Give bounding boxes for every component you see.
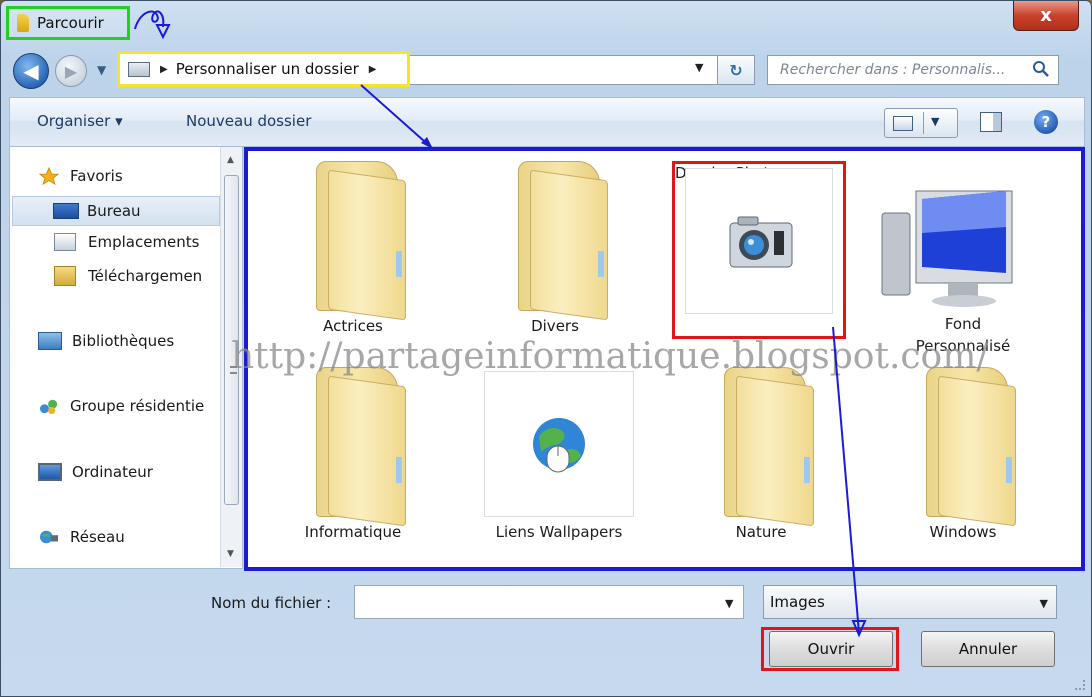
network-icon xyxy=(40,530,58,544)
sidebar-item-label: Bibliothèques xyxy=(72,332,175,350)
breadcrumb-separator-icon[interactable]: ▶ xyxy=(369,64,377,75)
title-bar: Parcourir x xyxy=(1,1,1091,41)
folder-item-windows[interactable]: Windows xyxy=(888,363,1038,563)
filename-field[interactable] xyxy=(354,585,744,619)
scroll-grip-icon xyxy=(230,366,237,374)
close-button[interactable]: x xyxy=(1013,1,1079,31)
close-icon: x xyxy=(1040,5,1052,26)
search-input[interactable]: Rechercher dans : Personnalis... xyxy=(767,55,1059,85)
item-label: Windows xyxy=(929,523,997,541)
filename-label: Nom du fichier : xyxy=(211,594,332,612)
cancel-button[interactable]: Annuler xyxy=(921,631,1055,667)
monitor-icon xyxy=(881,190,1013,307)
folder-icon xyxy=(926,367,1016,527)
sidebar-item-favoris[interactable]: Favoris xyxy=(38,167,123,185)
item-label: Liens Wallpapers xyxy=(495,523,623,541)
file-view: Actrices Divers Dossier Photos xyxy=(244,147,1085,571)
scroll-up-icon[interactable]: ▲ xyxy=(227,155,234,165)
filetype-value: Images xyxy=(770,593,825,611)
star-icon xyxy=(38,167,60,185)
item-label: Informatique xyxy=(304,523,402,541)
sidebar-item-emplacements[interactable]: Emplacements xyxy=(54,233,200,251)
item-label-line2: Personnalisé xyxy=(915,337,1011,355)
libraries-icon xyxy=(38,332,62,350)
view-separator xyxy=(923,112,924,134)
organize-button[interactable]: Organiser ▾ xyxy=(37,112,123,130)
refresh-icon: ↻ xyxy=(729,60,743,80)
browse-dialog: Parcourir x ◀ ▶ ▼ ▶ Personnaliser un dos… xyxy=(0,0,1092,697)
address-bar[interactable]: ▶ Personnaliser un dossier ▶ xyxy=(117,51,410,87)
breadcrumb-segment[interactable]: Personnaliser un dossier xyxy=(176,60,359,78)
sidebar-item-bibliotheques[interactable]: Bibliothèques xyxy=(38,332,174,350)
sidebar-item-label: Groupe résidentie xyxy=(70,397,205,415)
refresh-button[interactable]: ↻ xyxy=(717,55,755,85)
sidebar-item-label: Réseau xyxy=(70,528,125,546)
sidebar-item-groupe-residentiel[interactable]: Groupe résidentie xyxy=(38,397,204,415)
resize-grip-icon[interactable] xyxy=(1075,680,1085,690)
address-row: ◀ ▶ ▼ ▶ Personnaliser un dossier ▶ ▼ ↻ R… xyxy=(1,49,1091,93)
desktop-icon xyxy=(53,203,79,219)
folder-icon xyxy=(316,367,406,527)
globe-icon xyxy=(533,418,585,473)
back-button[interactable]: ◀ xyxy=(13,53,49,89)
camera-icon xyxy=(729,216,793,268)
sidebar-scrollbar[interactable]: ▲ ▼ xyxy=(220,147,242,567)
forward-arrow-icon: ▶ xyxy=(64,61,78,81)
item-label: Divers xyxy=(531,317,579,335)
forward-button[interactable]: ▶ xyxy=(55,55,87,87)
command-bar: Organiser ▾ Nouveau dossier ▼ ? xyxy=(9,97,1085,147)
open-button[interactable]: Ouvrir xyxy=(769,631,893,667)
help-icon: ? xyxy=(1041,113,1051,131)
title-highlight-box: Parcourir xyxy=(6,6,130,40)
sidebar-item-ordinateur[interactable]: Ordinateur xyxy=(38,463,153,481)
sidebar-item-label: Ordinateur xyxy=(72,463,153,481)
navigation-pane: Favoris Bureau Emplacements Téléchargeme… xyxy=(9,147,243,569)
folder-small-icon xyxy=(17,14,29,32)
folder-item-dossier-photos[interactable]: Dossier Photos xyxy=(672,161,846,339)
folder-item-actrices[interactable]: Actrices xyxy=(278,157,428,357)
breadcrumb-separator-icon[interactable]: ▶ xyxy=(160,64,168,75)
address-history-dropdown-icon[interactable]: ▼ xyxy=(695,61,703,74)
homegroup-icon xyxy=(40,399,58,415)
sidebar-item-telechargements[interactable]: Téléchargemen xyxy=(54,266,202,286)
thumbnail-frame xyxy=(484,371,634,517)
recent-pages-dropdown-icon[interactable]: ▼ xyxy=(97,63,106,77)
filetype-select[interactable]: Images ▼ xyxy=(763,585,1057,619)
change-view-button[interactable]: ▼ xyxy=(884,108,958,138)
folder-item-divers[interactable]: Divers xyxy=(480,157,630,357)
search-icon[interactable] xyxy=(1032,60,1050,78)
back-arrow-icon: ◀ xyxy=(23,59,39,83)
folder-item-nature[interactable]: Nature xyxy=(686,363,836,563)
sidebar-item-bureau[interactable]: Bureau xyxy=(12,196,220,226)
places-icon xyxy=(54,233,76,251)
preview-pane-button[interactable] xyxy=(980,112,1002,132)
sidebar-item-label: Bureau xyxy=(87,202,141,220)
folder-icon xyxy=(518,161,608,321)
item-label: Nature xyxy=(735,523,787,541)
sidebar-item-reseau[interactable]: Réseau xyxy=(38,528,125,546)
filename-dropdown-icon[interactable]: ▼ xyxy=(725,597,733,610)
download-folder-icon xyxy=(54,266,76,286)
sidebar-item-label: Favoris xyxy=(70,167,123,185)
folder-icon xyxy=(724,367,814,527)
new-folder-button[interactable]: Nouveau dossier xyxy=(186,112,311,130)
filetype-dropdown-icon: ▼ xyxy=(1039,597,1048,610)
help-button[interactable]: ? xyxy=(1034,110,1058,134)
view-dropdown-icon[interactable]: ▼ xyxy=(931,115,939,128)
view-icon xyxy=(893,116,913,131)
computer-icon xyxy=(128,61,150,77)
window-title: Parcourir xyxy=(37,14,104,32)
item-label: Actrices xyxy=(323,317,383,335)
scrollbar-thumb[interactable] xyxy=(224,175,239,505)
search-placeholder: Rechercher dans : Personnalis... xyxy=(780,62,1006,78)
sidebar-item-label: Emplacements xyxy=(88,233,200,251)
scroll-down-icon[interactable]: ▼ xyxy=(227,549,234,559)
folder-icon xyxy=(316,161,406,321)
thumbnail-frame xyxy=(685,168,833,314)
item-label: Fond xyxy=(944,315,982,333)
curl-arrow-icon xyxy=(134,10,171,40)
sidebar-item-label: Téléchargemen xyxy=(88,267,203,285)
folder-item-informatique[interactable]: Informatique xyxy=(278,363,428,563)
computer-icon xyxy=(38,463,62,481)
